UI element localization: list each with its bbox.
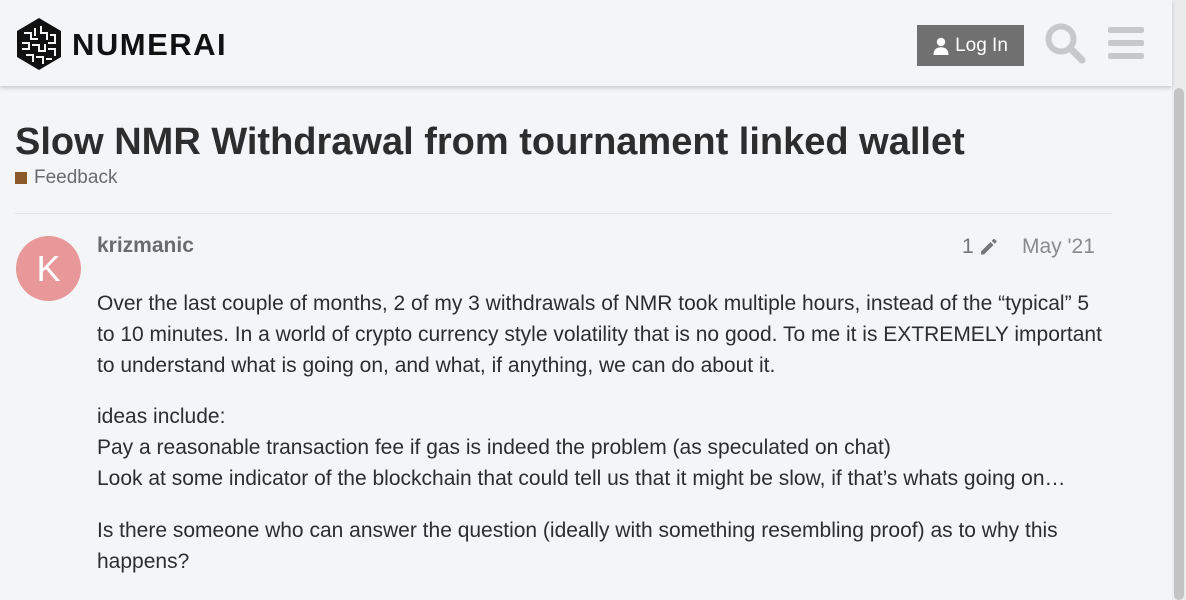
hamburger-menu-icon[interactable] [1108,26,1144,60]
title-divider [15,213,1112,214]
category-badge[interactable]: Feedback [15,167,117,189]
login-label: Log In [955,34,1008,56]
site-logo[interactable]: NUMERAI [15,17,227,71]
logo-icon [17,18,61,70]
ideas-paragraph: ideas include: Pay a reasonable transact… [97,402,1107,494]
category-color-swatch [15,172,27,184]
topic-title[interactable]: Slow NMR Withdrawal from tournament link… [15,120,965,164]
logo-wordmark: NUMERAI [72,26,228,62]
post-paragraph: Over the last couple of months, 2 of my … [97,292,1102,377]
idea-item: Look at some indicator of the blockchain… [97,466,1066,490]
login-button[interactable]: Log In [917,25,1024,66]
search-icon[interactable] [1044,22,1086,64]
post-paragraph: Is there someone who can answer the ques… [97,518,1058,573]
post-body: Over the last couple of months, 2 of my … [97,289,1107,598]
pencil-icon [980,238,997,255]
edit-count: 1 [962,235,974,258]
category-label: Feedback [34,167,118,188]
ideas-heading: ideas include: [97,405,226,429]
avatar[interactable]: K [16,236,81,301]
edit-history-button[interactable]: 1 [962,235,998,259]
site-header: NUMERAI Log In [0,0,1172,86]
post-username[interactable]: krizmanic [97,234,194,258]
scrollbar-thumb[interactable] [1174,88,1184,600]
user-icon [933,37,949,55]
idea-item: Pay a reasonable transaction fee if gas … [97,436,891,460]
post-date[interactable]: May '21 [1022,235,1095,259]
page: NUMERAI Log In Slow NMR Withdrawal from … [0,0,1186,600]
vertical-scrollbar[interactable] [1172,0,1186,600]
